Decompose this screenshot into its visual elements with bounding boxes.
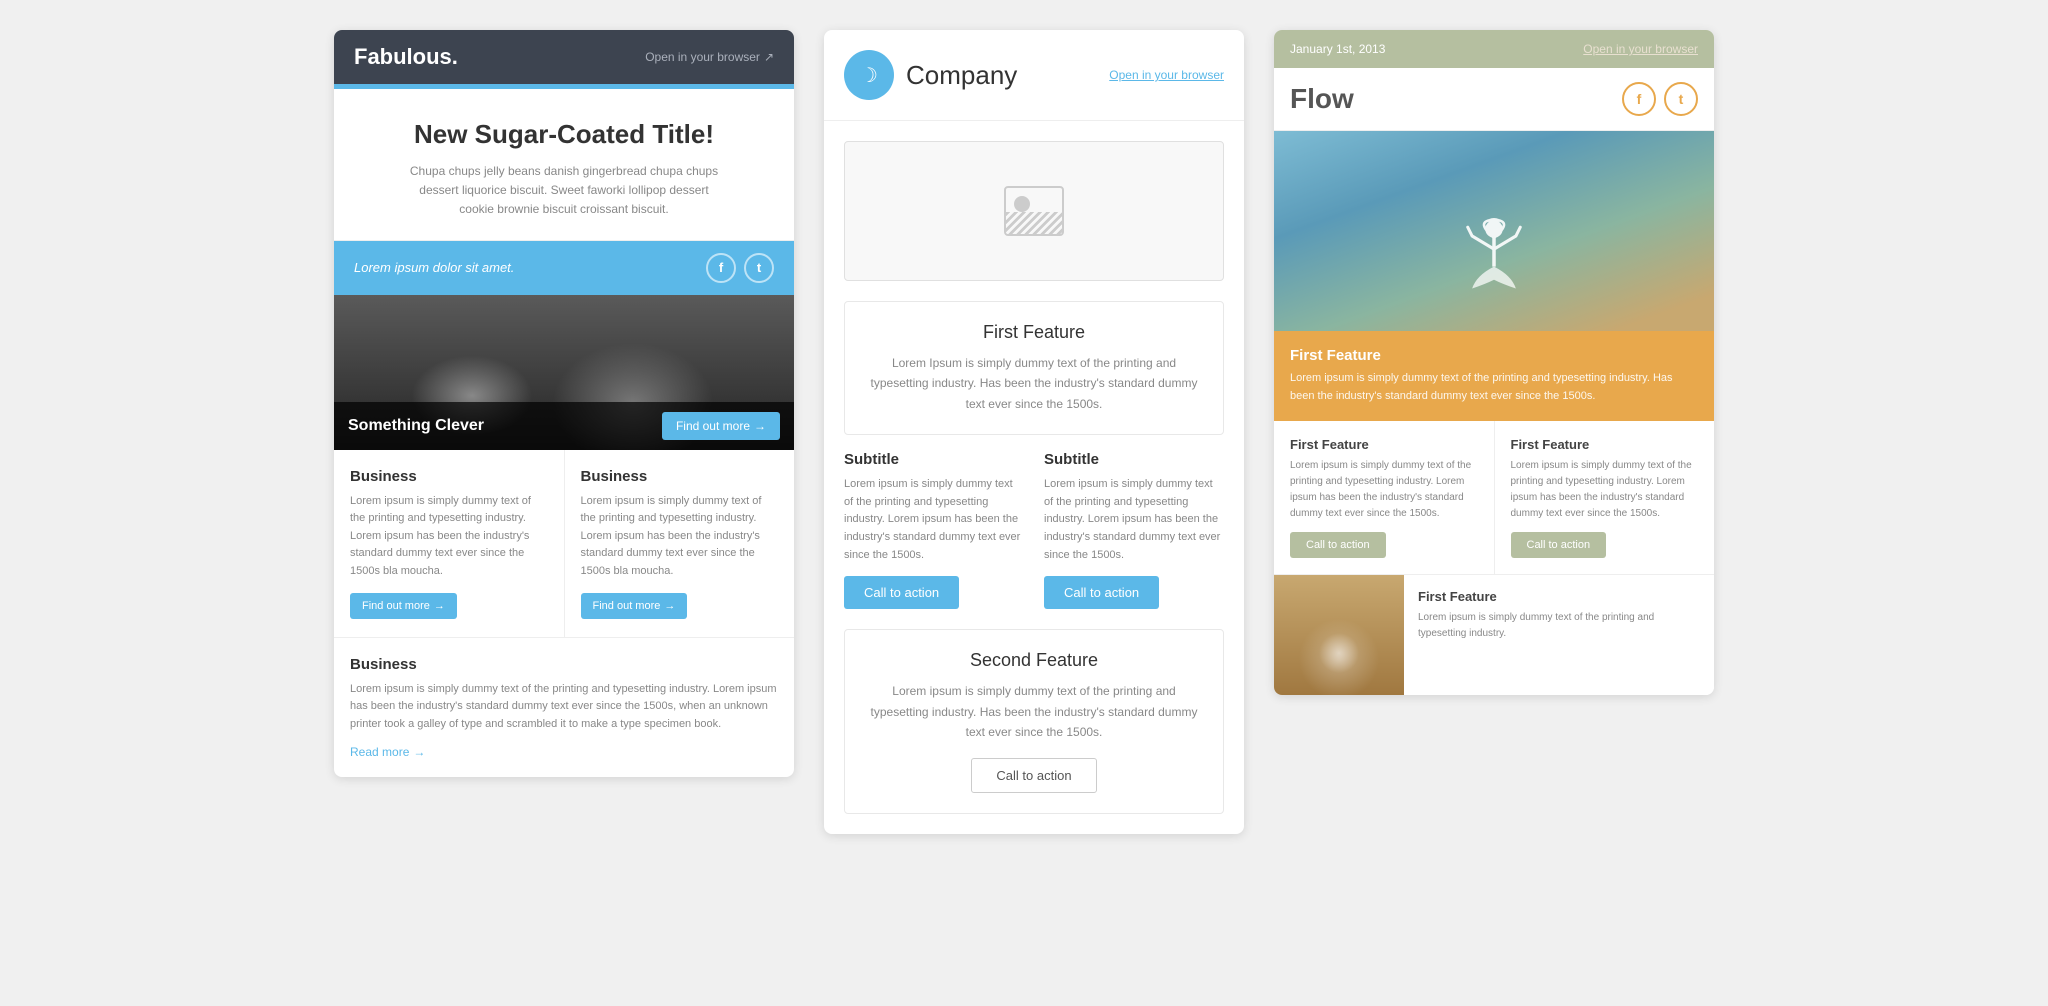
card2-two-column: Subtitle Lorem ipsum is simply dummy tex… — [844, 451, 1224, 609]
card1-hero: New Sugar-Coated Title! Chupa chups jell… — [334, 89, 794, 241]
card1-open-browser[interactable]: Open in your browser ↗ — [645, 50, 774, 64]
card2-logo-circle: ☽ — [844, 50, 894, 100]
card1-social-bar: Lorem ipsum dolor sit amet. f t — [334, 241, 794, 295]
card1-bottom-section: Business Lorem ipsum is simply dummy tex… — [334, 638, 794, 778]
card1-image-caption: Something Clever Find out more — [334, 402, 794, 450]
card1-hero-text: Chupa chups jelly beans danish gingerbre… — [404, 162, 724, 220]
card3-orange-title: First Feature — [1290, 347, 1698, 364]
card3-orange-text: Lorem ipsum is simply dummy text of the … — [1290, 370, 1698, 405]
card3-cta1-button[interactable]: Call to action — [1290, 532, 1386, 558]
arrow-icon — [664, 600, 675, 612]
card3-orange-band: First Feature Lorem ipsum is simply dumm… — [1274, 331, 1714, 421]
card3-twitter-icon[interactable]: t — [1664, 82, 1698, 116]
image-placeholder-icon — [1004, 186, 1064, 236]
card2-first-feature: First Feature Lorem Ipsum is simply dumm… — [844, 301, 1224, 435]
card3-cta2-button[interactable]: Call to action — [1511, 532, 1607, 558]
email-template-2: ☽ Company Open in your browser First Fea… — [824, 30, 1244, 834]
card1-logo: Fabulous. — [354, 44, 458, 70]
card3-bottom-section: First Feature Lorem ipsum is simply dumm… — [1274, 575, 1714, 695]
card1-col2-text: Lorem ipsum is simply dummy text of the … — [581, 493, 779, 581]
card2-cta2-button[interactable]: Call to action — [1044, 576, 1159, 609]
arrow-icon — [434, 600, 445, 612]
arrow-icon — [413, 745, 425, 759]
card3-two-column: First Feature Lorem ipsum is simply dumm… — [1274, 421, 1714, 575]
card3-hero-image — [1274, 131, 1714, 331]
card2-second-feature-text: Lorem ipsum is simply dummy text of the … — [865, 681, 1203, 742]
card2-second-feature-title: Second Feature — [865, 650, 1203, 671]
card1-two-column: Business Lorem ipsum is simply dummy tex… — [334, 450, 794, 638]
external-link-icon: ↗ — [764, 50, 774, 64]
card3-col1-text: Lorem ipsum is simply dummy text of the … — [1290, 458, 1478, 522]
tea-image — [1274, 575, 1404, 695]
card2-cta1-button[interactable]: Call to action — [844, 576, 959, 609]
card1-header: Fabulous. Open in your browser ↗ — [334, 30, 794, 84]
card3-header: January 1st, 2013 Open in your browser — [1274, 30, 1714, 68]
card1-caption-title: Something Clever — [348, 417, 484, 435]
facebook-icon[interactable]: f — [706, 253, 736, 283]
card3-bottom-image — [1274, 575, 1404, 695]
card2-col1-subtitle: Subtitle — [844, 451, 1024, 468]
card3-social-icons: f t — [1622, 82, 1698, 116]
card3-bottom-title: First Feature — [1418, 589, 1700, 604]
card3-col2-title: First Feature — [1511, 437, 1699, 452]
card3-brand-bar: Flow f t — [1274, 68, 1714, 131]
card1-col2-button[interactable]: Find out more — [581, 593, 688, 619]
card2-col2-subtitle: Subtitle — [1044, 451, 1224, 468]
card1-col1-text: Lorem ipsum is simply dummy text of the … — [350, 493, 548, 581]
card1-social-icons: f t — [706, 253, 774, 283]
card3-col1: First Feature Lorem ipsum is simply dumm… — [1274, 421, 1495, 574]
card1-social-text: Lorem ipsum dolor sit amet. — [354, 260, 514, 275]
card1-col2-title: Business — [581, 468, 779, 485]
card3-col2-text: Lorem ipsum is simply dummy text of the … — [1511, 458, 1699, 522]
yoga-figure-icon — [1459, 216, 1529, 326]
card2-col2-text: Lorem ipsum is simply dummy text of the … — [1044, 476, 1224, 564]
card1-hero-image: Something Clever Find out more — [334, 295, 794, 450]
card2-first-feature-text: Lorem Ipsum is simply dummy text of the … — [865, 353, 1203, 414]
twitter-icon[interactable]: t — [744, 253, 774, 283]
card1-bottom-text: Lorem ipsum is simply dummy text of the … — [350, 681, 778, 734]
card2-header: ☽ Company Open in your browser — [824, 30, 1244, 121]
card1-bottom-title: Business — [350, 656, 778, 673]
card3-open-browser[interactable]: Open in your browser — [1583, 42, 1698, 56]
card2-company-name: Company — [906, 60, 1017, 91]
rebel-alliance-icon: ☽ — [860, 63, 878, 88]
card1-col2: Business Lorem ipsum is simply dummy tex… — [565, 450, 795, 637]
card3-bottom-content: First Feature Lorem ipsum is simply dumm… — [1404, 575, 1714, 695]
card2-first-feature-title: First Feature — [865, 322, 1203, 343]
card1-read-more-link[interactable]: Read more — [350, 745, 778, 759]
card1-col1-button[interactable]: Find out more — [350, 593, 457, 619]
card2-open-browser[interactable]: Open in your browser — [1109, 68, 1224, 82]
card2-image-section — [844, 141, 1224, 281]
card2-col2: Subtitle Lorem ipsum is simply dummy tex… — [1034, 451, 1224, 609]
card1-hero-title: New Sugar-Coated Title! — [354, 119, 774, 150]
card3-facebook-icon[interactable]: f — [1622, 82, 1656, 116]
card1-col1: Business Lorem ipsum is simply dummy tex… — [334, 450, 565, 637]
card2-logo-area: ☽ Company — [844, 50, 1017, 100]
card3-date: January 1st, 2013 — [1290, 42, 1385, 56]
card3-col1-title: First Feature — [1290, 437, 1478, 452]
card2-cta3-button[interactable]: Call to action — [971, 758, 1096, 793]
card2-col1-text: Lorem ipsum is simply dummy text of the … — [844, 476, 1024, 564]
arrow-icon — [754, 419, 766, 433]
card1-find-out-button[interactable]: Find out more — [662, 412, 780, 440]
card2-second-feature: Second Feature Lorem ipsum is simply dum… — [844, 629, 1224, 814]
card3-brand-name: Flow — [1290, 83, 1354, 115]
card1-col1-title: Business — [350, 468, 548, 485]
card3-col2: First Feature Lorem ipsum is simply dumm… — [1495, 421, 1715, 574]
card2-col1: Subtitle Lorem ipsum is simply dummy tex… — [844, 451, 1034, 609]
card3-bottom-text: Lorem ipsum is simply dummy text of the … — [1418, 610, 1700, 642]
email-template-1: Fabulous. Open in your browser ↗ New Sug… — [334, 30, 794, 777]
email-template-3: January 1st, 2013 Open in your browser F… — [1274, 30, 1714, 695]
